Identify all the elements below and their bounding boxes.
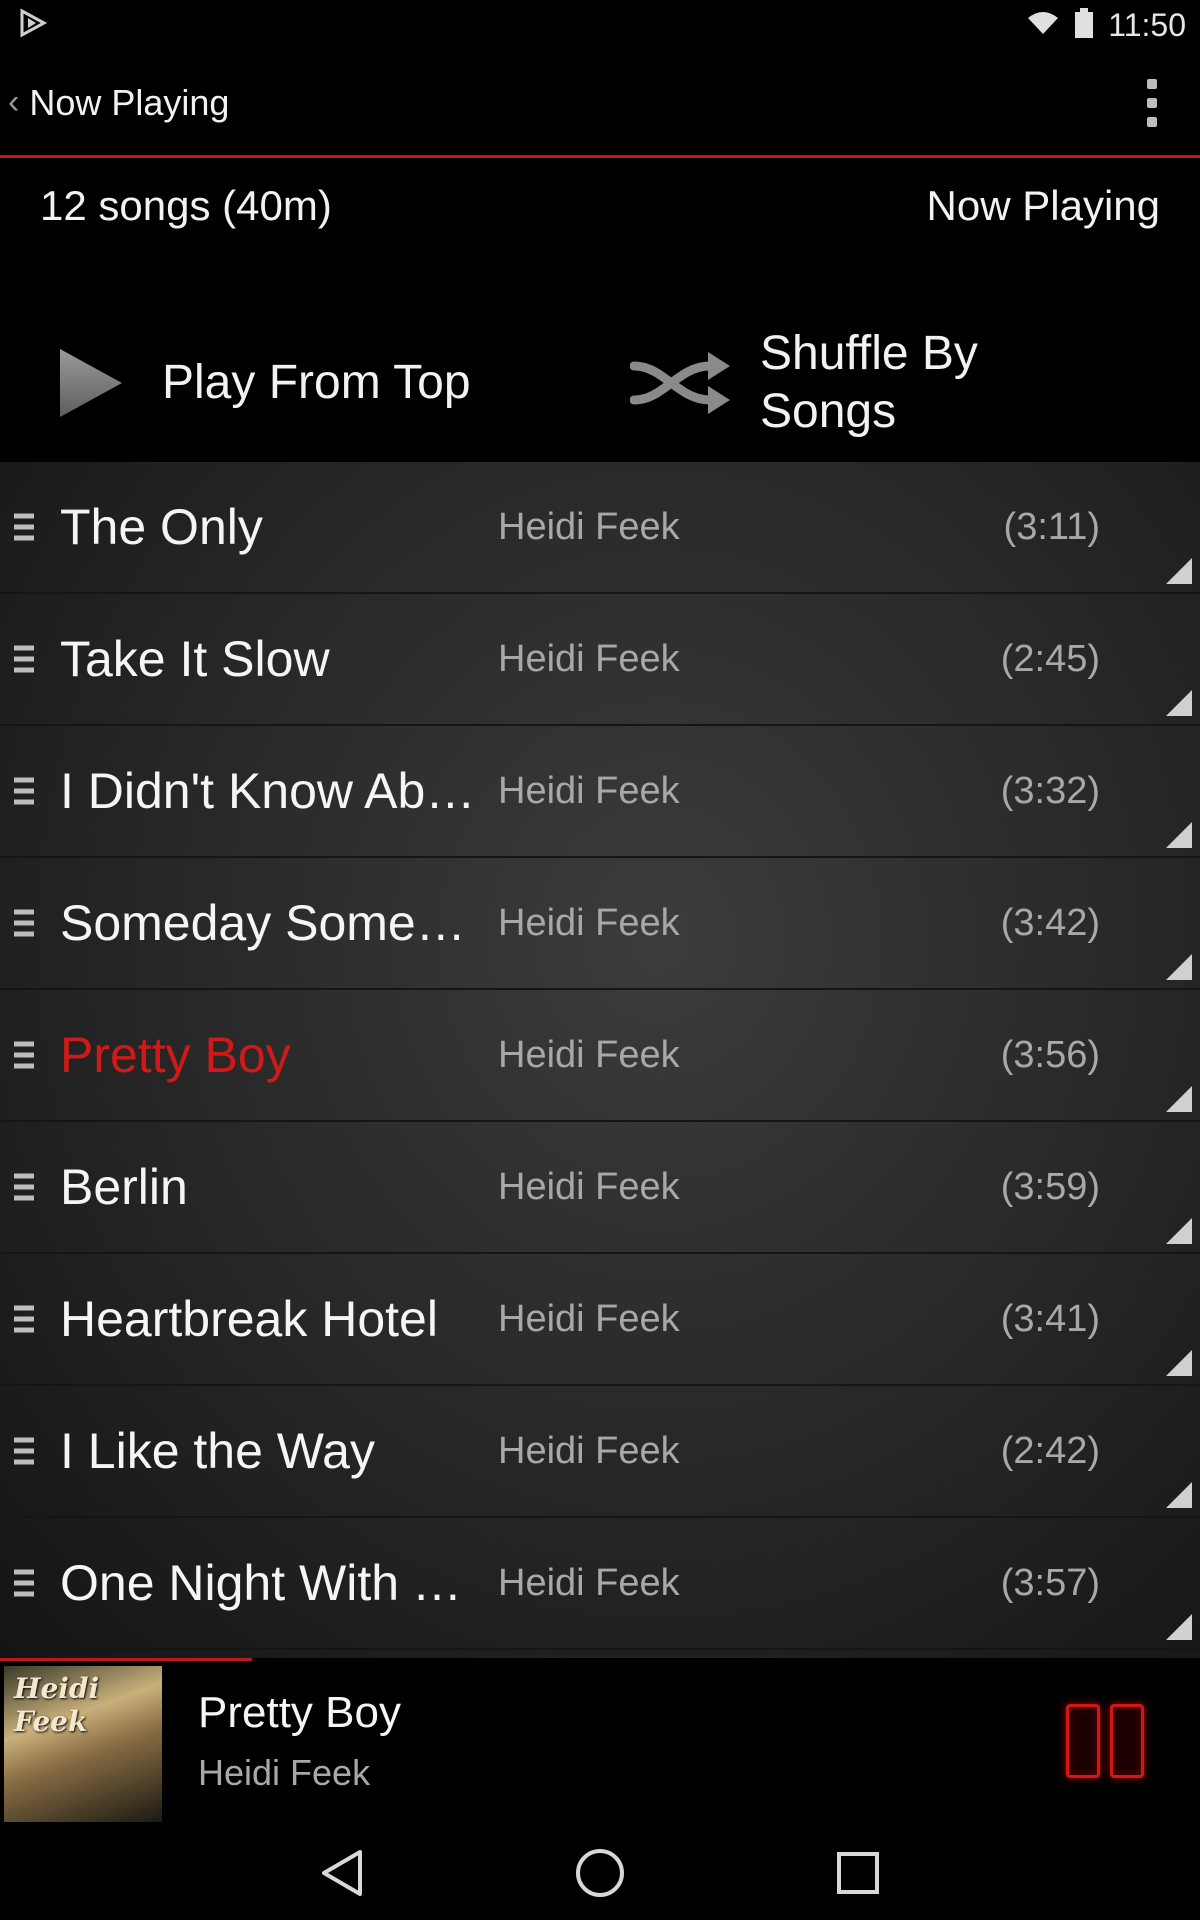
context-menu-icon[interactable] [1166, 1482, 1192, 1508]
song-row[interactable]: Someday Someb… Heidi Feek (3:42) [0, 858, 1200, 990]
song-artist: Heidi Feek [498, 1298, 680, 1340]
context-menu-icon[interactable] [1166, 1350, 1192, 1376]
playback-progress-bar [0, 1658, 252, 1661]
song-row[interactable]: I Like the Way Heidi Feek (2:42) [0, 1386, 1200, 1518]
pause-button[interactable] [1066, 1704, 1144, 1778]
song-title: Pretty Boy [60, 1027, 291, 1083]
playback-controls: Play From Top Shuffle By Songs [0, 305, 1200, 460]
song-row-now-playing[interactable]: Pretty Boy Heidi Feek (3:56) [0, 990, 1200, 1122]
song-title: Heartbreak Hotel [60, 1291, 438, 1347]
play-from-top-label: Play From Top [162, 356, 471, 409]
song-artist: Heidi Feek [498, 638, 680, 680]
drag-handle-icon[interactable] [14, 1041, 34, 1069]
pause-icon [1110, 1704, 1144, 1778]
song-artist: Heidi Feek [498, 1034, 680, 1076]
song-duration: (3:57) [1000, 1562, 1100, 1604]
mini-player-artist: Heidi Feek [198, 1752, 371, 1793]
battery-icon [1074, 7, 1094, 43]
page-title: Now Playing [29, 81, 230, 123]
info-row: 12 songs (40m) Now Playing [0, 158, 1200, 254]
song-title: I Like the Way [60, 1423, 375, 1479]
play-icon [60, 348, 122, 417]
play-store-icon [18, 7, 48, 43]
context-menu-icon[interactable] [1166, 1086, 1192, 1112]
back-button[interactable]: ‹ Now Playing [0, 82, 229, 124]
context-menu-icon[interactable] [1166, 558, 1192, 584]
song-count: 12 songs (40m) [40, 182, 332, 229]
action-bar: ‹ Now Playing [0, 50, 1200, 158]
context-menu-icon[interactable] [1166, 1614, 1192, 1640]
song-duration: (3:32) [1000, 770, 1100, 812]
nav-home-button[interactable] [471, 1847, 729, 1899]
album-art-logo: Heidi Feek [14, 1672, 100, 1738]
play-from-top-button[interactable]: Play From Top [0, 347, 600, 419]
context-menu-icon[interactable] [1166, 1218, 1192, 1244]
system-nav-bar [0, 1826, 1200, 1920]
drag-handle-icon[interactable] [14, 1305, 34, 1333]
status-bar: 11:50 [0, 0, 1200, 50]
drag-handle-icon[interactable] [14, 909, 34, 937]
mini-player-title: Pretty Boy [198, 1688, 401, 1737]
song-list: The Only Heidi Feek (3:11) Take It Slow … [0, 462, 1200, 1658]
shuffle-by-songs-button[interactable]: Shuffle By Songs [600, 325, 1020, 441]
song-duration: (3:59) [1000, 1166, 1100, 1208]
drag-handle-icon[interactable] [14, 645, 34, 673]
chevron-left-icon: ‹ [8, 83, 20, 121]
song-row[interactable]: Berlin Heidi Feek (3:59) [0, 1122, 1200, 1254]
shuffle-label-line2: Songs [760, 384, 897, 438]
song-title: The Only [60, 499, 263, 555]
song-artist: Heidi Feek [498, 902, 680, 944]
song-row[interactable]: Take It Slow Heidi Feek (2:45) [0, 594, 1200, 726]
recents-square-icon [837, 1852, 879, 1894]
song-title: Take It Slow [60, 631, 330, 687]
song-title: Someday Someb… [60, 895, 490, 951]
shuffle-label-line1: Shuffle By [760, 326, 978, 380]
song-row[interactable]: I Didn't Know Abo… Heidi Feek (3:32) [0, 726, 1200, 858]
nav-recents-button[interactable] [729, 1850, 987, 1896]
now-playing-label[interactable]: Now Playing [927, 182, 1200, 230]
song-duration: (3:42) [1000, 902, 1100, 944]
context-menu-icon[interactable] [1166, 690, 1192, 716]
overflow-menu-icon[interactable] [1122, 49, 1182, 157]
song-row[interactable]: The Only Heidi Feek (3:11) [0, 462, 1200, 594]
song-artist: Heidi Feek [498, 770, 680, 812]
song-row[interactable]: Heartbreak Hotel Heidi Feek (3:41) [0, 1254, 1200, 1386]
song-artist: Heidi Feek [498, 1430, 680, 1472]
song-duration: (3:11) [1003, 506, 1100, 548]
nav-back-button[interactable] [213, 1848, 471, 1898]
drag-handle-icon[interactable] [14, 777, 34, 805]
drag-handle-icon[interactable] [14, 1437, 34, 1465]
song-duration: (3:56) [1000, 1034, 1100, 1076]
song-title: Berlin [60, 1159, 188, 1215]
song-row[interactable]: One Night With You Heidi Feek (3:57) [0, 1518, 1200, 1650]
wifi-icon [1026, 10, 1060, 41]
drag-handle-icon[interactable] [14, 513, 34, 541]
song-title: One Night With You [60, 1555, 490, 1611]
song-duration: (2:42) [1000, 1430, 1100, 1472]
home-circle-icon [576, 1849, 624, 1897]
song-artist: Heidi Feek [498, 1166, 680, 1208]
mini-player[interactable]: Heidi Feek Pretty Boy Heidi Feek [0, 1658, 1200, 1826]
pause-icon [1066, 1704, 1100, 1778]
status-time: 11:50 [1108, 6, 1186, 43]
shuffle-icon [630, 351, 730, 414]
drag-handle-icon[interactable] [14, 1173, 34, 1201]
song-artist: Heidi Feek [498, 1562, 680, 1604]
song-title: I Didn't Know Abo… [60, 763, 490, 819]
drag-handle-icon[interactable] [14, 1569, 34, 1597]
song-duration: (2:45) [1000, 638, 1100, 680]
album-art[interactable]: Heidi Feek [4, 1666, 162, 1822]
song-duration: (3:41) [1000, 1298, 1100, 1340]
context-menu-icon[interactable] [1166, 822, 1192, 848]
song-artist: Heidi Feek [498, 506, 680, 548]
back-triangle-icon [322, 1850, 362, 1896]
shuffle-label: Shuffle By Songs [760, 325, 1020, 441]
context-menu-icon[interactable] [1166, 954, 1192, 980]
